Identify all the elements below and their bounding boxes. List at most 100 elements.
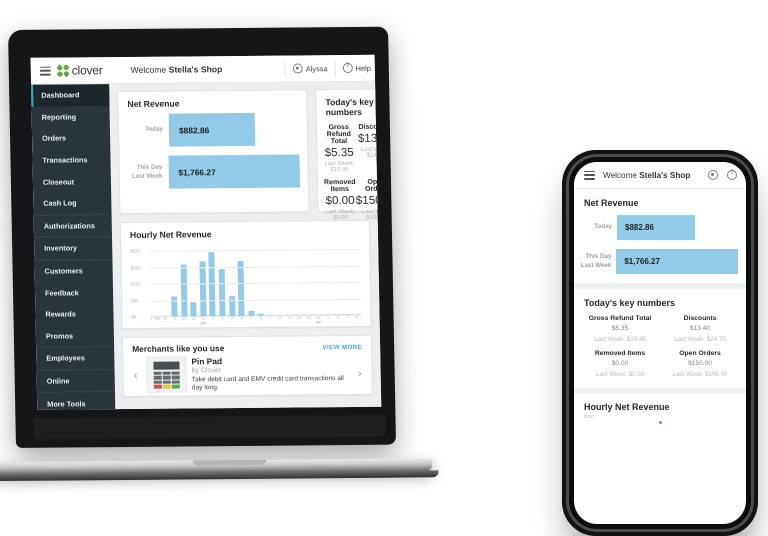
topbar-right-actions: Alyssa Help	[278, 55, 371, 82]
key-number-value: $13.40	[355, 132, 382, 145]
sidebar-item-label: Dashboard	[41, 91, 79, 100]
sidebar-item-label: Employees	[46, 354, 85, 363]
key-numbers-title: Today's key numbers	[316, 90, 381, 123]
net-revenue-bar: $1,766.27	[616, 249, 738, 274]
person-circle-icon	[293, 63, 303, 73]
person-circle-icon[interactable]	[708, 170, 718, 180]
laptop-device: clover Welcome Stella's Shop Alyssa Help	[8, 27, 396, 470]
sidebar-item-promos[interactable]: Promos	[36, 325, 114, 347]
merchant-product-info: Pin Pad by Clover Take debit card and EM…	[191, 355, 349, 393]
key-number-header: Open Orders	[355, 179, 381, 193]
merchants-title: Merchants like you use	[132, 343, 224, 354]
sidebar-item-rewards[interactable]: Rewards	[35, 303, 113, 325]
main-content: Net Revenue Today$882.86This DayLast Wee…	[109, 82, 381, 410]
hamburger-menu-icon[interactable]	[584, 171, 595, 180]
chart-y-tick-label: $165	[131, 265, 141, 270]
net-revenue-value: $1,766.27	[616, 257, 660, 266]
chart-bar[interactable]	[180, 265, 187, 317]
net-revenue-row-label: This DayLast Week	[124, 164, 169, 181]
key-number-cell: Removed Items $0.00 Last Week: $0.00	[580, 350, 660, 380]
key-number-sub: Last Week: $24.70	[355, 147, 381, 159]
key-number-sub: Last Week: $0.00	[580, 371, 660, 378]
key-numbers-grid: Gross Refund Total$5.35Last Week: $10.45…	[317, 122, 381, 224]
chart-bar[interactable]	[209, 253, 216, 317]
sidebar-group: Inventory	[34, 237, 112, 260]
laptop-lid: clover Welcome Stella's Shop Alyssa Help	[8, 27, 396, 448]
sidebar-item-online[interactable]: Online	[37, 370, 115, 392]
sidebar-item-label: Promos	[46, 331, 73, 340]
sidebar-item-dashboard[interactable]: Dashboard	[31, 84, 109, 106]
sidebar-item-orders[interactable]: Orders	[32, 127, 110, 149]
key-number-header: Removed Items	[324, 179, 356, 193]
sidebar-item-label: Rewards	[45, 310, 76, 319]
net-revenue-row-label: Today	[123, 126, 169, 135]
help-button[interactable]: Help	[342, 63, 370, 73]
sidebar-item-closeout[interactable]: Closeout	[33, 170, 111, 192]
chart-bar[interactable]	[199, 261, 206, 316]
key-number-sub: Last Week: $106.00	[660, 371, 740, 378]
net-revenue-card: Net Revenue Today$882.86This DayLast Wee…	[117, 89, 309, 214]
sidebar-item-label: Closeout	[43, 177, 74, 186]
laptop-base-notch	[192, 460, 266, 466]
key-number-value: $0.00	[324, 194, 356, 207]
account-button[interactable]: Alyssa	[293, 63, 328, 73]
view-more-link[interactable]: VIEW MORE	[322, 343, 362, 350]
clover-logo[interactable]: clover	[58, 63, 103, 77]
sidebar-group: Employees	[36, 347, 114, 370]
sidebar-group: Dashboard Reporting Orders Transactions Clos…	[31, 84, 112, 215]
chevron-left-icon[interactable]: ‹	[130, 368, 142, 382]
key-number-sub: Last Week: $10.45	[580, 336, 660, 343]
chevron-right-icon[interactable]: ›	[354, 366, 366, 380]
chart-y-tick-label: $110	[131, 281, 141, 286]
phone-net-revenue-section: Net Revenue Today$882.86This DayLast Wee…	[574, 189, 746, 289]
product-vendor: by Clover	[192, 366, 349, 374]
clover-leaf-icon	[58, 65, 69, 76]
sidebar-item-label: Reporting	[42, 112, 77, 121]
key-number-value: $5.35	[323, 146, 355, 159]
carousel-dot-icon	[659, 421, 662, 424]
sidebar-item-label: Transactions	[42, 155, 87, 164]
sidebar-item-feedback[interactable]: Feedback	[35, 281, 113, 303]
key-number-value: $0.00	[580, 360, 660, 367]
hourly-chart-plot: 7 am89101112 pm123456789101112 am1234 $0…	[130, 243, 361, 317]
key-number-header: Removed Items	[580, 350, 660, 357]
sidebar-item-transactions[interactable]: Transactions	[32, 149, 110, 171]
sidebar-item-cash-log[interactable]: Cash Log	[33, 192, 111, 214]
chart-bar[interactable]	[238, 261, 245, 316]
laptop-chin	[33, 415, 385, 440]
merchants-carousel: ‹ Pin Pad by Clover	[123, 355, 372, 394]
question-circle-icon[interactable]	[727, 170, 737, 180]
key-number-cell: Gross Refund Total$5.35Last Week: $10.45	[580, 315, 660, 345]
hamburger-menu-icon[interactable]	[40, 66, 51, 75]
welcome-prefix: Welcome	[603, 171, 639, 180]
sidebar-item-inventory[interactable]: Inventory	[34, 237, 112, 259]
desktop-topbar: clover Welcome Stella's Shop Alyssa Help	[31, 55, 376, 85]
sidebar-group: Authorizations	[34, 215, 112, 238]
help-label: Help	[356, 63, 371, 72]
chart-y-tick-label: $55	[131, 298, 138, 303]
phone-chart-y-label: $220	[574, 414, 746, 419]
phone-key-numbers-grid: Gross Refund Total$5.35Last Week: $10.45…	[574, 315, 746, 388]
sidebar-item-customers[interactable]: Customers	[34, 260, 112, 282]
hourly-chart-title: Hourly Net Revenue	[121, 221, 369, 245]
net-revenue-value: $882.86	[169, 125, 209, 135]
chart-bar[interactable]	[219, 269, 226, 316]
sidebar-item-authorizations[interactable]: Authorizations	[34, 215, 112, 237]
net-revenue-bar: $882.86	[169, 113, 255, 147]
sidebar-item-employees[interactable]: Employees	[36, 347, 114, 369]
sidebar-item-more-tools[interactable]: More Tools	[37, 392, 115, 409]
net-revenue-row-label: Today	[576, 223, 617, 231]
welcome-text: Welcome Stella's Shop	[131, 64, 223, 75]
key-number-header: Open Orders	[660, 350, 740, 357]
laptop-screen: clover Welcome Stella's Shop Alyssa Help	[31, 55, 382, 410]
net-revenue-bar: $1,766.27	[168, 154, 300, 188]
sidebar-item-label: Cash Log	[43, 199, 76, 208]
sidebar-item-label: More Tools	[47, 399, 86, 408]
key-number-cell: Discounts$13.40Last Week: $24.70	[354, 124, 381, 175]
key-number-sub: Last Week: $24.70	[660, 336, 740, 343]
phone-net-revenue-title: Net Revenue	[574, 189, 746, 215]
chart-bar[interactable]	[190, 302, 196, 316]
phone-screen: Welcome Stella's Shop Net Revenue Today$…	[574, 162, 746, 524]
key-number-cell: Removed Items$0.00Last Week: $0.00	[324, 179, 356, 223]
sidebar-item-reporting[interactable]: Reporting	[31, 106, 109, 128]
